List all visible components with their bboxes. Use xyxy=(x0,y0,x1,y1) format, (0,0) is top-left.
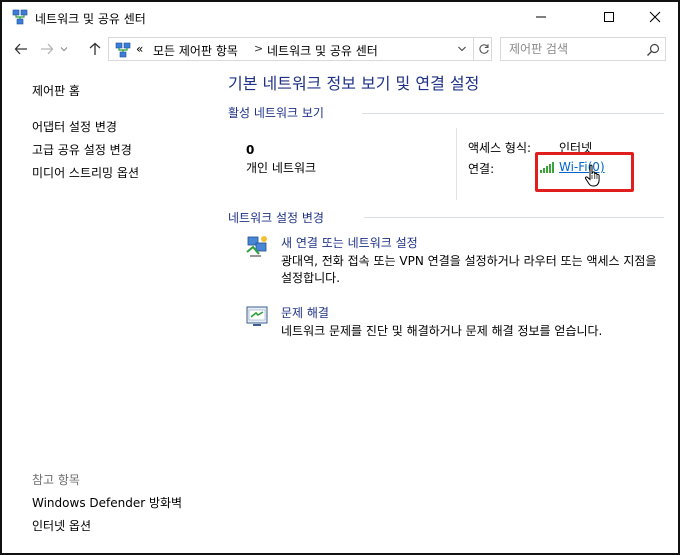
change-adapter-settings-link[interactable]: 어댑터 설정 변경 xyxy=(32,118,117,135)
network-category: 개인 네트워크 xyxy=(246,161,317,175)
refresh-icon xyxy=(478,44,489,54)
minimize-icon xyxy=(536,16,546,18)
breadcrumb-network-center[interactable]: 네트워크 및 공유 센터 xyxy=(267,42,378,59)
change-settings-heading: 네트워크 설정 변경 xyxy=(228,211,324,225)
forward-button[interactable] xyxy=(38,40,56,58)
back-button[interactable] xyxy=(12,40,30,58)
close-icon xyxy=(649,11,661,23)
media-streaming-options-link[interactable]: 미디어 스트리밍 옵션 xyxy=(32,164,139,181)
section-divider xyxy=(364,217,664,218)
search-box[interactable] xyxy=(500,37,666,61)
refresh-button[interactable] xyxy=(473,38,493,60)
up-button[interactable] xyxy=(86,40,104,58)
troubleshoot-link[interactable]: 문제 해결 xyxy=(281,304,329,321)
close-button[interactable] xyxy=(632,2,678,32)
new-connection-description: 광대역, 전화 접속 또는 VPN 연결을 설정하거나 라우터 또는 액세스 지… xyxy=(281,254,657,285)
breadcrumb-overflow[interactable]: « xyxy=(136,42,143,56)
network-center-icon xyxy=(115,42,131,58)
new-connection-icon[interactable] xyxy=(245,234,269,258)
new-connection-link[interactable]: 새 연결 또는 네트워크 설정 xyxy=(281,234,418,251)
maximize-icon xyxy=(604,12,614,22)
connection-label: 연결: xyxy=(468,162,495,176)
address-history-button[interactable] xyxy=(453,38,471,60)
arrow-right-icon xyxy=(41,43,54,55)
internet-options-link[interactable]: 인터넷 옵션 xyxy=(32,517,91,534)
search-icon[interactable] xyxy=(645,42,661,58)
active-networks-heading: 활성 네트워크 보기 xyxy=(228,106,324,120)
troubleshoot-description: 네트워크 문제를 진단 및 해결하거나 문제 해결 정보를 얻습니다. xyxy=(281,324,603,338)
network-name: 0 xyxy=(246,143,255,157)
arrow-up-icon xyxy=(89,42,101,55)
troubleshoot-icon[interactable] xyxy=(245,304,269,328)
breadcrumb-separator[interactable]: > xyxy=(254,42,263,55)
network-center-icon xyxy=(12,9,28,25)
hand-cursor-icon xyxy=(584,164,600,187)
windows-defender-firewall-link[interactable]: Windows Defender 방화벽 xyxy=(32,494,182,511)
section-divider xyxy=(362,113,664,114)
minimize-button[interactable] xyxy=(518,2,564,32)
breadcrumb-all-control-panel[interactable]: 모든 제어판 항목 xyxy=(153,42,238,59)
maximize-button[interactable] xyxy=(586,2,632,32)
page-title: 기본 네트워크 정보 보기 및 연결 설정 xyxy=(228,74,480,93)
window-title: 네트워크 및 공유 센터 xyxy=(35,12,146,26)
see-also-heading: 참고 항목 xyxy=(32,473,80,487)
control-panel-home-link[interactable]: 제어판 홈 xyxy=(32,82,80,99)
chevron-down-icon xyxy=(60,47,68,52)
network-divider xyxy=(456,128,457,200)
arrow-left-icon xyxy=(14,43,27,55)
address-bar[interactable]: « 모든 제어판 항목 > 네트워크 및 공유 센터 xyxy=(108,37,492,61)
advanced-sharing-settings-link[interactable]: 고급 공유 설정 변경 xyxy=(32,141,132,158)
chevron-down-icon xyxy=(458,46,466,52)
navigation-bar: « 모든 제어판 항목 > 네트워크 및 공유 센터 xyxy=(2,34,678,64)
title-bar[interactable]: 네트워크 및 공유 센터 xyxy=(2,2,678,32)
access-type-label: 액세스 형식: xyxy=(468,141,532,155)
recent-locations-button[interactable] xyxy=(58,40,70,58)
search-input[interactable] xyxy=(501,38,641,60)
